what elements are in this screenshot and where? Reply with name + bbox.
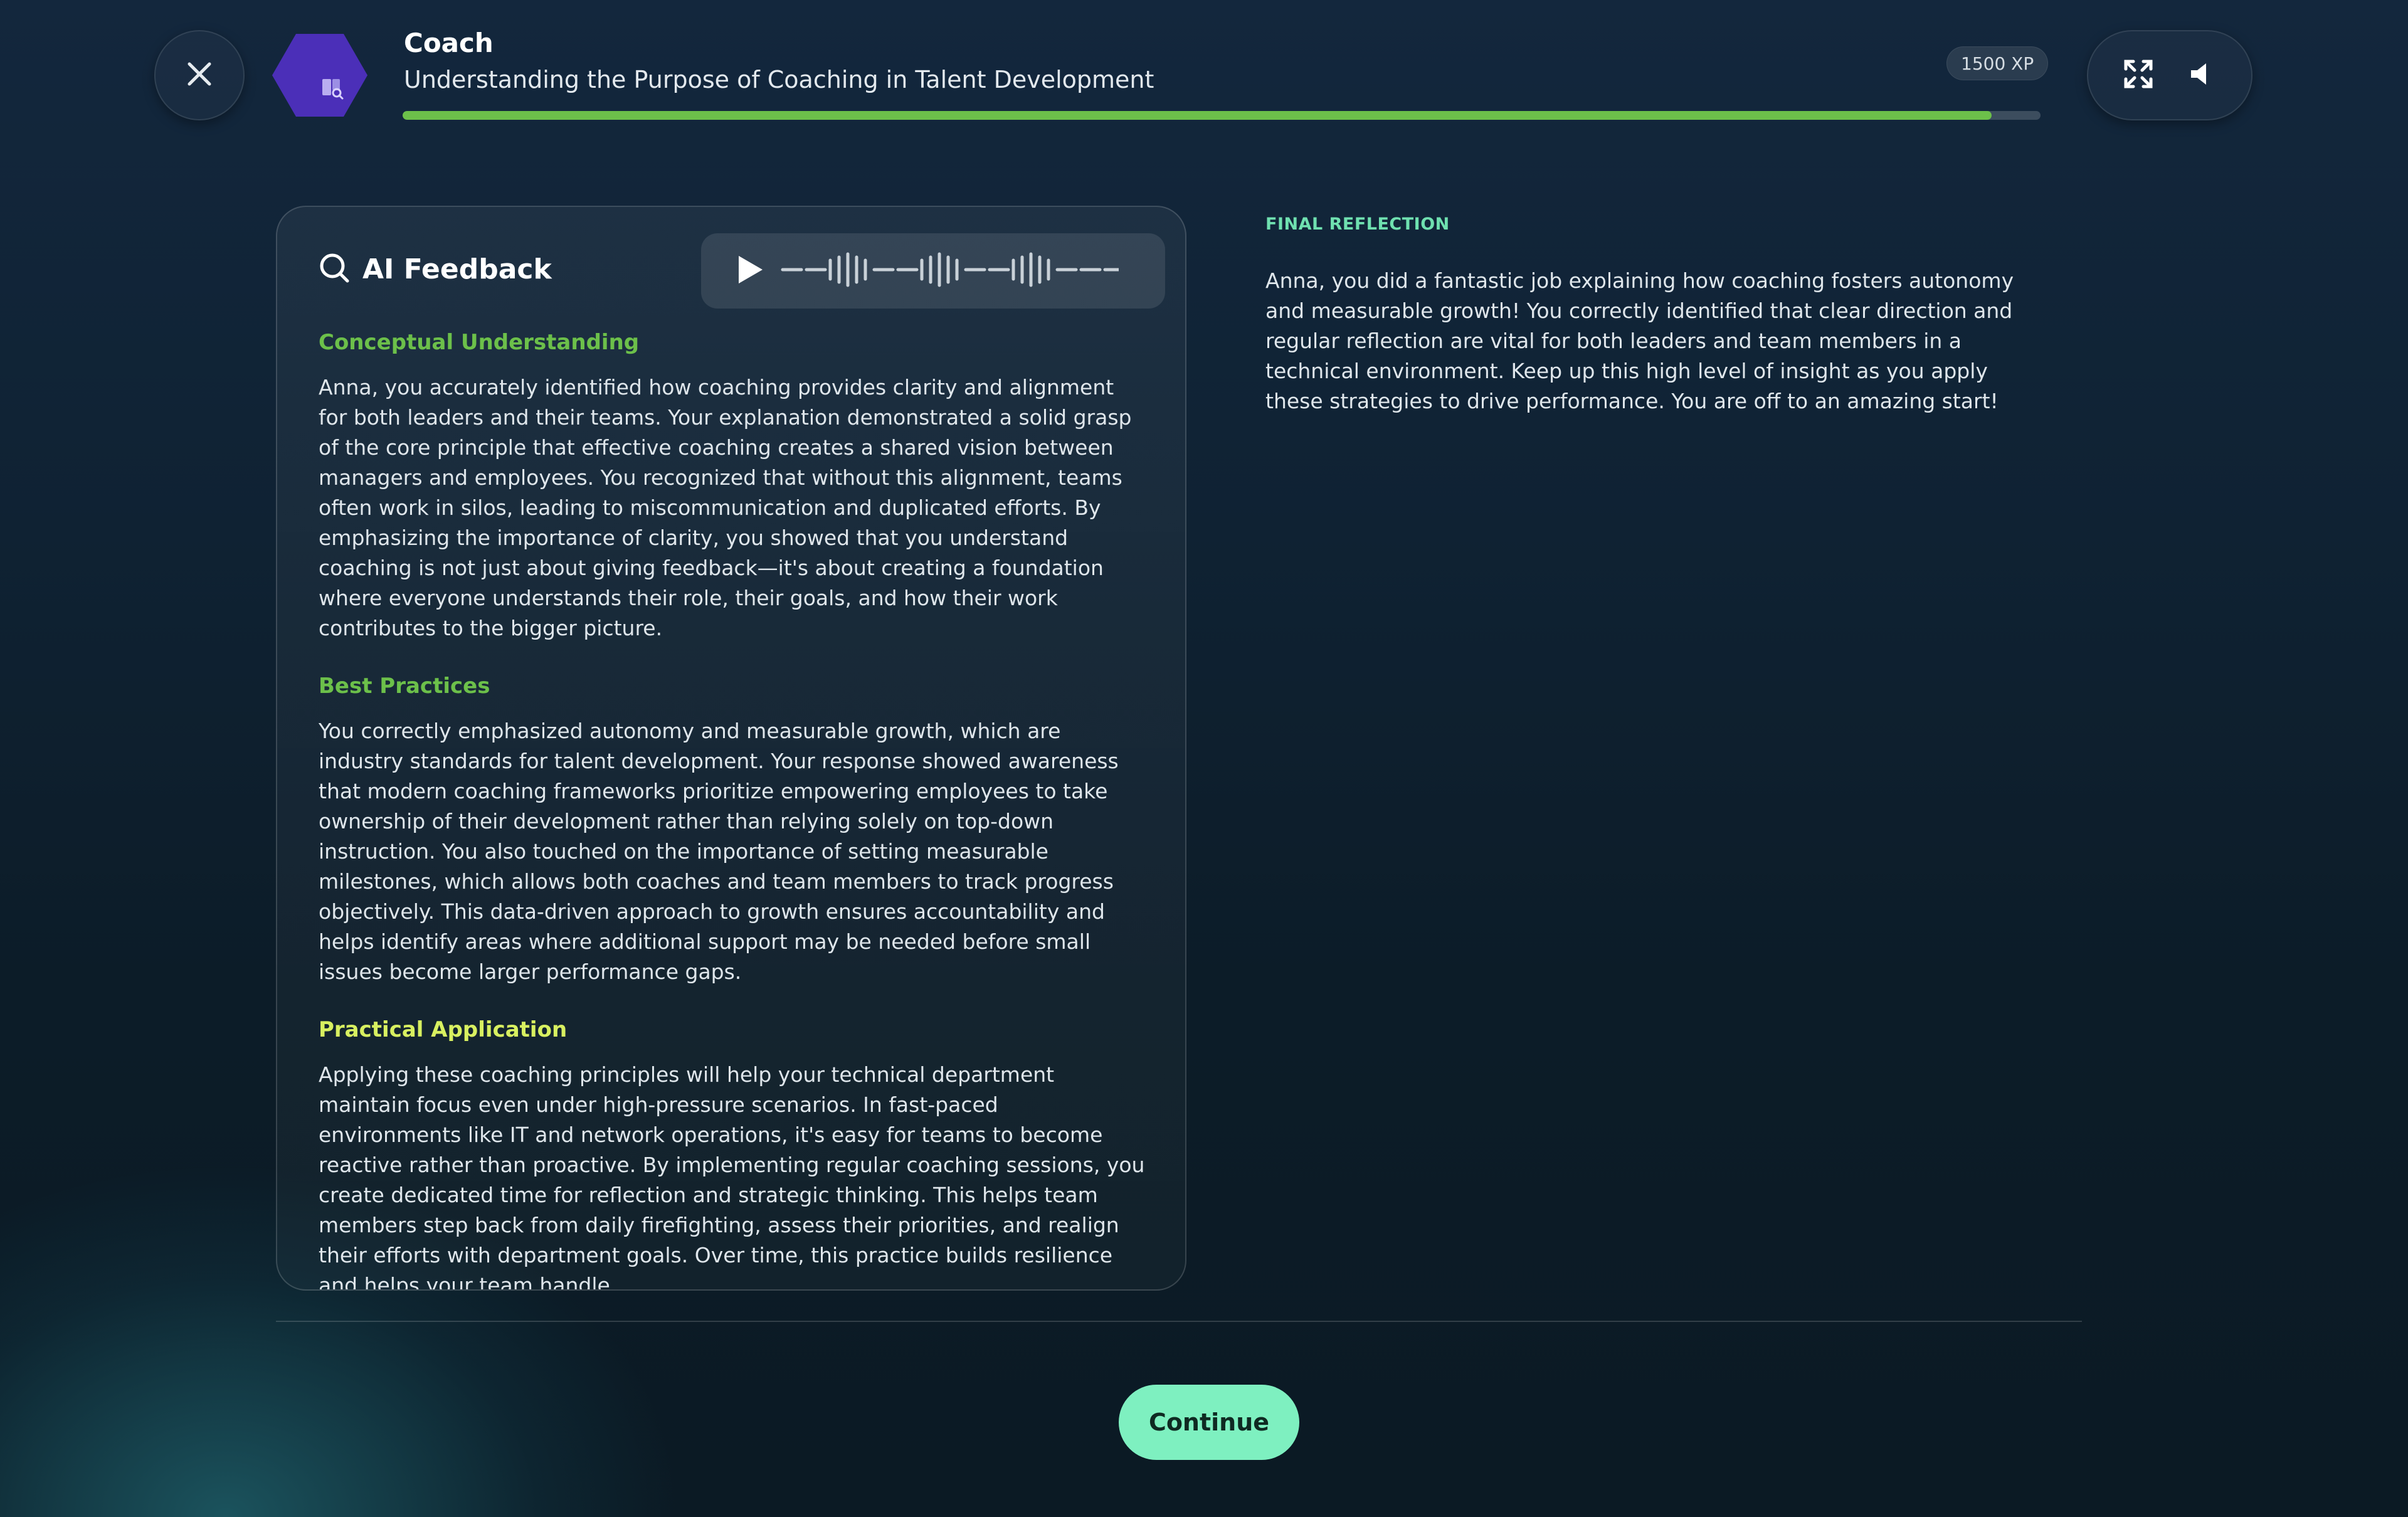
- audio-player[interactable]: [701, 233, 1165, 309]
- ai-feedback-content: Conceptual Understanding Anna, you accur…: [319, 330, 1146, 1291]
- section-heading-practical: Practical Application: [319, 1017, 568, 1042]
- section-text-best-practices: You correctly emphasized autonomy and me…: [319, 719, 1119, 984]
- ai-feedback-header: AI Feedback: [319, 252, 552, 286]
- xp-badge: 1500 XP: [1946, 46, 2049, 80]
- speaker-icon: [2189, 61, 2214, 89]
- ai-feedback-title: AI Feedback: [362, 253, 552, 285]
- final-reflection-label: FINAL REFLECTION: [1265, 214, 1450, 234]
- lesson-progress-fill: [403, 111, 1992, 120]
- lesson-progress-bar: [403, 111, 2041, 120]
- search-icon: [319, 252, 350, 286]
- media-controls: [2087, 30, 2252, 120]
- section-text-practical: Applying these coaching principles will …: [319, 1062, 1145, 1291]
- coach-badge: [271, 31, 369, 119]
- fullscreen-icon: [2123, 59, 2153, 92]
- ai-feedback-card[interactable]: AI Feedback Conceptual Understanding Ann…: [276, 206, 1186, 1291]
- lesson-header: Coach Understanding the Purpose of Coach…: [404, 28, 2034, 93]
- sound-button[interactable]: [2178, 53, 2224, 98]
- close-button[interactable]: [154, 30, 245, 120]
- lesson-subtitle: Understanding the Purpose of Coaching in…: [404, 66, 1154, 93]
- divider: [276, 1321, 2082, 1322]
- section-heading-conceptual: Conceptual Understanding: [319, 330, 640, 355]
- fullscreen-button[interactable]: [2116, 53, 2161, 98]
- section-heading-best-practices: Best Practices: [319, 674, 490, 699]
- section-text-conceptual: Anna, you accurately identified how coac…: [319, 375, 1132, 640]
- play-icon[interactable]: [736, 255, 764, 287]
- final-reflection-text: Anna, you did a fantastic job explaining…: [1265, 268, 2014, 413]
- continue-button[interactable]: Continue: [1119, 1385, 1299, 1460]
- page-title: Coach: [404, 28, 494, 58]
- close-icon: [186, 60, 213, 90]
- waveform-icon: [780, 251, 1149, 291]
